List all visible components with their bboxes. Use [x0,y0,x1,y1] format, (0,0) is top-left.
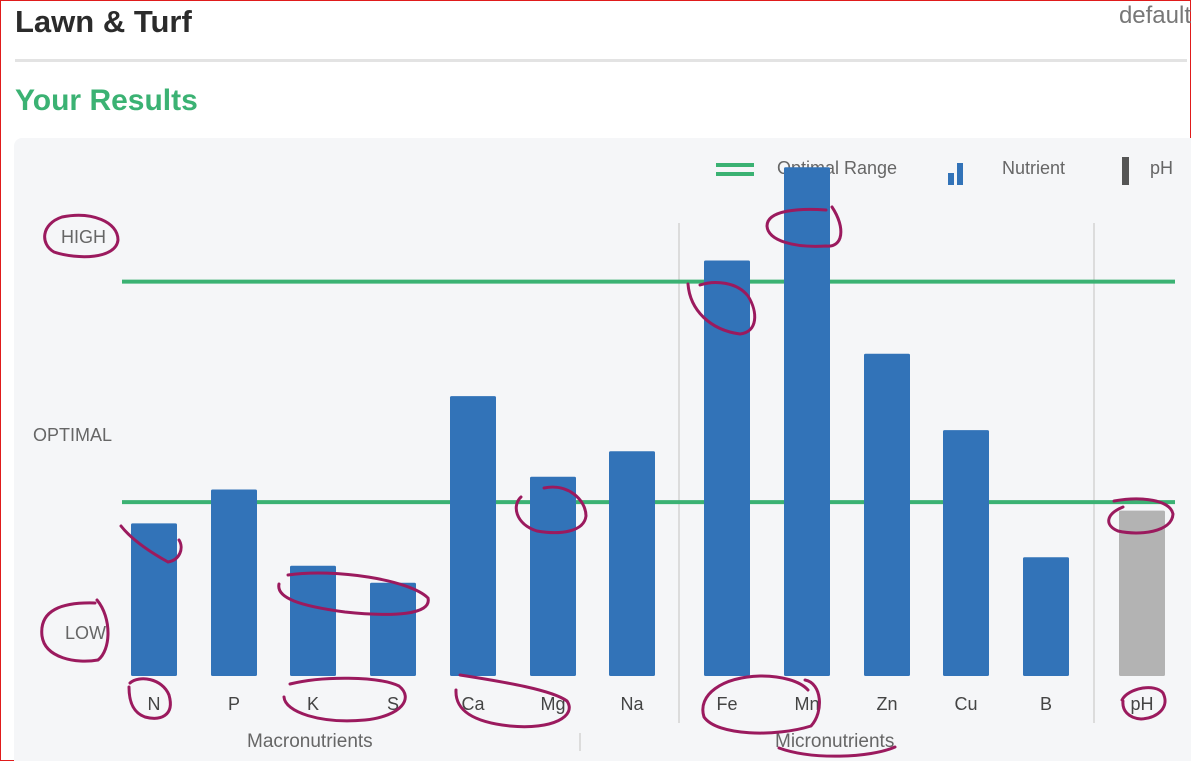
tick-label-cu: Cu [954,694,977,714]
tick-label-mg: Mg [540,694,565,714]
bar-zn[interactable] [864,353,910,676]
tick-label-p: P [228,694,240,714]
tick-label-mn: Mn [794,694,819,714]
bar-b[interactable] [1023,557,1069,676]
bar-fe[interactable] [704,260,750,676]
bar-na[interactable] [609,451,655,676]
tick-label-n: N [148,694,161,714]
bar-n[interactable] [131,523,177,676]
bar-mg[interactable] [530,476,576,676]
tick-label-ph: pH [1130,694,1153,714]
tick-label-zn: Zn [876,694,897,714]
nutrient-bar-chart: N P K S Ca Mg Na Fe Mn Zn Cu BpH [122,167,1175,714]
tick-label-s: S [387,694,399,714]
bar-mn[interactable] [784,167,830,676]
bar-p[interactable] [211,489,257,676]
tick-label-ca: Ca [461,694,485,714]
bar-cu[interactable] [943,430,989,676]
bar-s[interactable] [370,582,416,676]
tick-label-na: Na [620,694,644,714]
tick-label-b: B [1040,694,1052,714]
tick-label-fe: Fe [716,694,737,714]
bar-ca[interactable] [450,396,496,676]
bar-ph[interactable] [1119,510,1165,676]
bar-k[interactable] [290,565,336,676]
tick-label-k: K [307,694,319,714]
